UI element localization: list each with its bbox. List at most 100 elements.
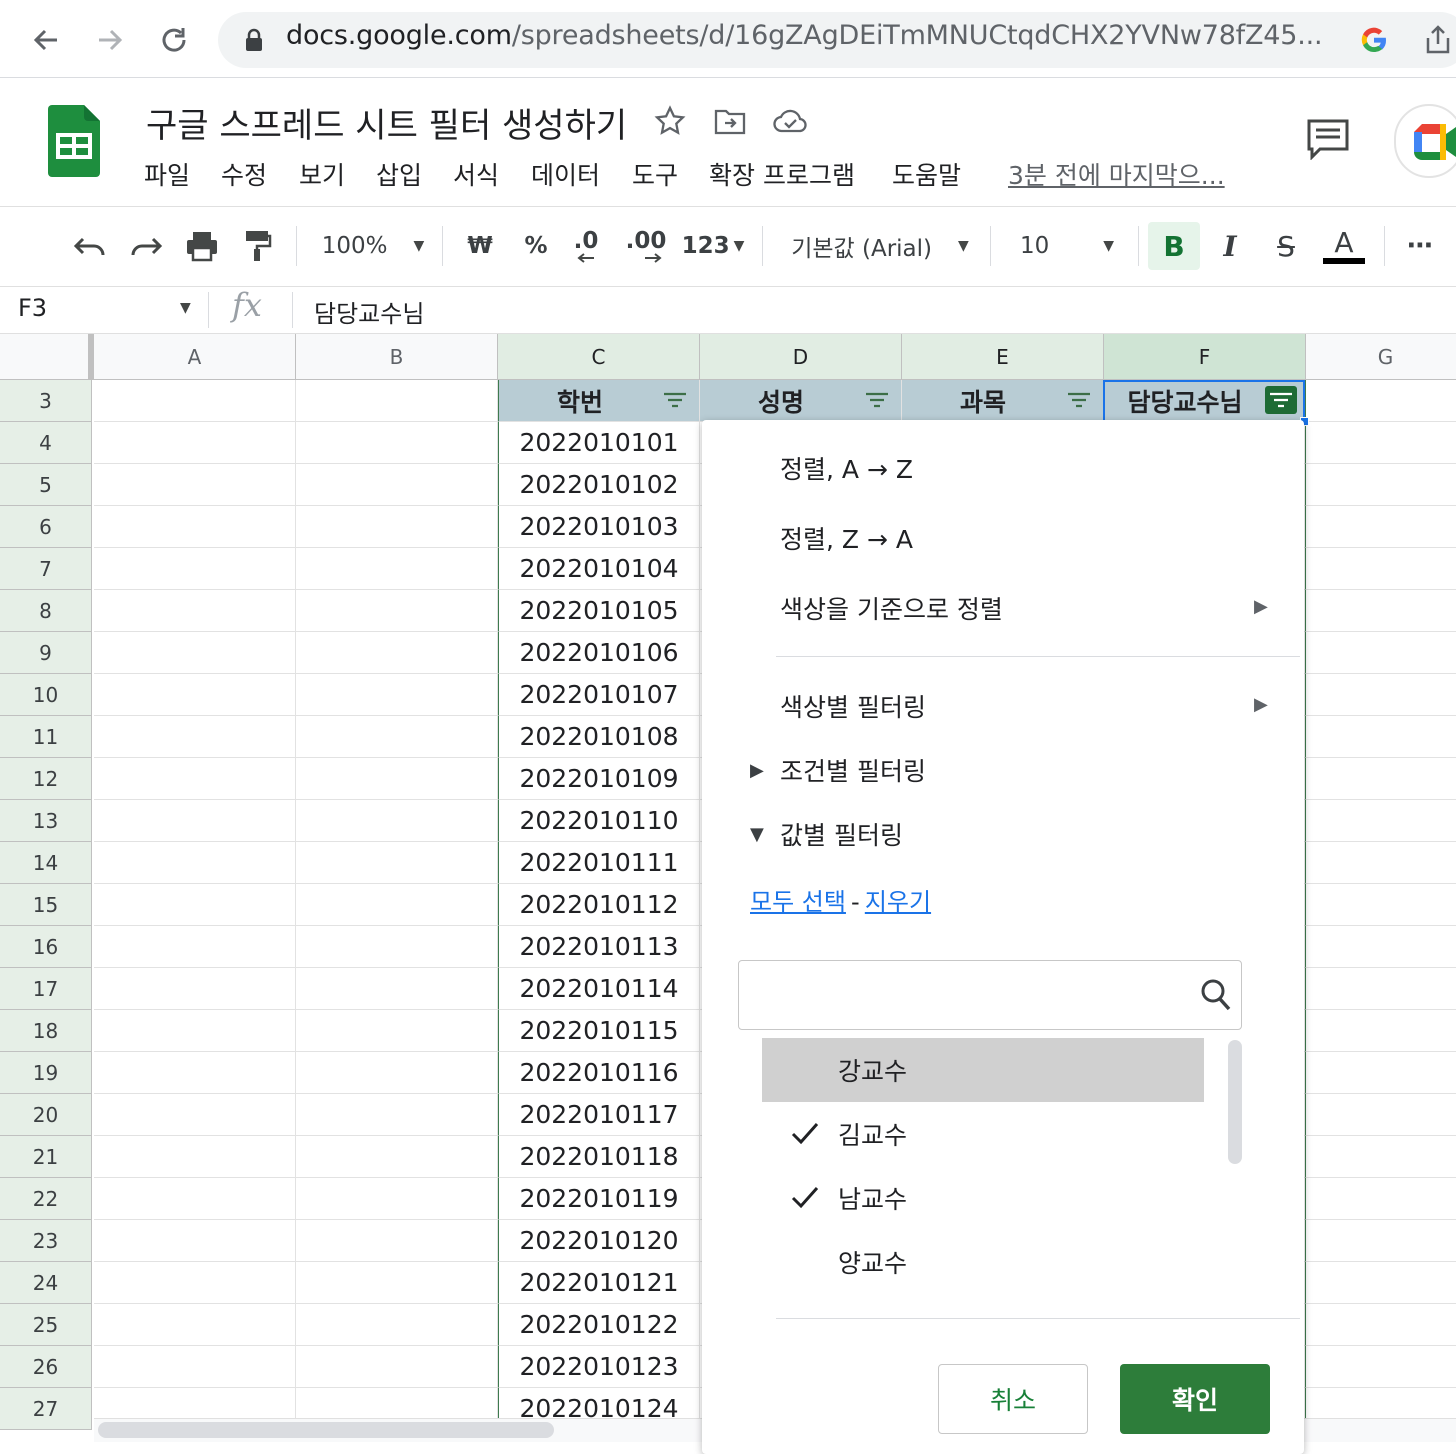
empty-cell[interactable] [94,1178,296,1220]
clear-link[interactable]: 지우기 [865,888,931,916]
empty-cell[interactable] [296,926,498,968]
empty-cell[interactable] [94,758,296,800]
back-arrow-icon[interactable] [20,14,72,66]
move-folder-icon[interactable] [712,103,748,139]
select-all-corner[interactable] [0,334,94,380]
empty-cell[interactable] [94,464,296,506]
column-header-d[interactable]: D [700,334,902,380]
empty-cell[interactable] [1306,422,1456,464]
row-header[interactable]: 12 [0,758,92,800]
column-header-a[interactable]: A [94,334,296,380]
empty-cell[interactable] [94,884,296,926]
empty-cell[interactable] [296,506,498,548]
empty-cell[interactable] [94,1052,296,1094]
caret-down-icon[interactable]: ▼ [750,824,764,845]
more-options-icon[interactable]: ⋯ [1398,222,1442,270]
row-header[interactable]: 5 [0,464,92,506]
column-header-c[interactable]: C [498,334,700,380]
font-family-select[interactable]: 기본값 (Arial) ▼ [782,222,978,270]
student-id-cell[interactable]: 2022010114 [498,968,700,1010]
row-header[interactable]: 20 [0,1094,92,1136]
empty-cell[interactable] [94,422,296,464]
empty-cell[interactable] [94,968,296,1010]
share-icon[interactable] [1424,24,1452,56]
student-id-cell[interactable]: 2022010108 [498,716,700,758]
empty-cell[interactable] [94,1304,296,1346]
table-header-cell[interactable]: 과목 [902,380,1104,422]
star-icon[interactable] [652,103,688,139]
column-header-b[interactable]: B [296,334,498,380]
student-id-cell[interactable]: 2022010118 [498,1136,700,1178]
caret-right-icon[interactable]: ▶ [750,760,764,781]
increase-decimal-button[interactable]: .00 [624,222,668,270]
empty-cell[interactable] [1306,464,1456,506]
strikethrough-button[interactable]: S [1262,222,1310,270]
student-id-cell[interactable]: 2022010122 [498,1304,700,1346]
ok-button[interactable]: 확인 [1120,1364,1270,1434]
row-header[interactable]: 3 [0,380,92,422]
empty-cell[interactable] [94,1136,296,1178]
zoom-select[interactable]: 100% ▼ [318,222,428,270]
print-icon[interactable] [178,222,226,270]
last-edit-link[interactable]: 3분 전에 마지막으... [1008,156,1225,192]
horizontal-scrollbar-thumb[interactable] [98,1422,554,1438]
student-id-cell[interactable]: 2022010107 [498,674,700,716]
empty-cell[interactable] [94,1346,296,1388]
empty-cell[interactable] [94,1220,296,1262]
empty-cell[interactable] [94,590,296,632]
google-icon[interactable] [1358,24,1390,56]
student-id-cell[interactable]: 2022010117 [498,1094,700,1136]
empty-cell[interactable] [296,758,498,800]
empty-cell[interactable] [296,632,498,674]
empty-cell[interactable] [94,1262,296,1304]
filter-by-color[interactable]: 색상별 필터링 [780,688,926,724]
empty-cell[interactable] [1306,590,1456,632]
menu-extensions[interactable]: 확장 프로그램 [709,156,855,192]
table-header-cell[interactable]: 학번 [498,380,700,422]
table-header-cell[interactable]: 담당교수님 [1104,380,1306,422]
empty-cell[interactable] [296,800,498,842]
text-color-button[interactable]: A [1320,222,1368,270]
row-header[interactable]: 14 [0,842,92,884]
value-item-nam[interactable]: 남교수 [762,1166,1204,1230]
empty-cell[interactable] [1306,506,1456,548]
student-id-cell[interactable]: 2022010103 [498,506,700,548]
filter-by-values[interactable]: 값별 필터링 [780,816,903,852]
row-header[interactable]: 6 [0,506,92,548]
sheets-logo-icon[interactable] [48,105,100,177]
student-id-cell[interactable]: 2022010115 [498,1010,700,1052]
filter-button-icon[interactable] [861,386,893,414]
empty-cell[interactable] [1306,926,1456,968]
empty-cell[interactable] [94,674,296,716]
student-id-cell[interactable]: 2022010123 [498,1346,700,1388]
undo-icon[interactable] [66,222,114,270]
filter-button-icon[interactable] [1265,386,1297,414]
font-size-select[interactable]: 10 ▼ [1010,222,1126,270]
empty-cell[interactable] [1306,1220,1456,1262]
empty-cell[interactable] [94,548,296,590]
empty-cell[interactable] [94,1094,296,1136]
student-id-cell[interactable]: 2022010112 [498,884,700,926]
empty-cell[interactable] [1306,968,1456,1010]
empty-cell[interactable] [94,926,296,968]
student-id-cell[interactable]: 2022010119 [498,1178,700,1220]
student-id-cell[interactable]: 2022010106 [498,632,700,674]
empty-cell[interactable] [1306,800,1456,842]
student-id-cell[interactable]: 2022010111 [498,842,700,884]
row-header[interactable]: 21 [0,1136,92,1178]
value-item-yang[interactable]: 양교수 [762,1230,1204,1294]
row-header[interactable]: 17 [0,968,92,1010]
number-format-select[interactable]: 123 ▼ [680,222,746,270]
empty-cell[interactable] [94,380,296,422]
empty-cell[interactable] [94,716,296,758]
row-header[interactable]: 16 [0,926,92,968]
row-header[interactable]: 8 [0,590,92,632]
row-header[interactable]: 18 [0,1010,92,1052]
empty-cell[interactable] [296,884,498,926]
menu-help[interactable]: 도움말 [892,156,961,192]
empty-cell[interactable] [1306,716,1456,758]
decrease-decimal-button[interactable]: .0 [566,222,606,270]
filter-button-icon[interactable] [1063,386,1095,414]
empty-cell[interactable] [296,674,498,716]
row-header[interactable]: 15 [0,884,92,926]
